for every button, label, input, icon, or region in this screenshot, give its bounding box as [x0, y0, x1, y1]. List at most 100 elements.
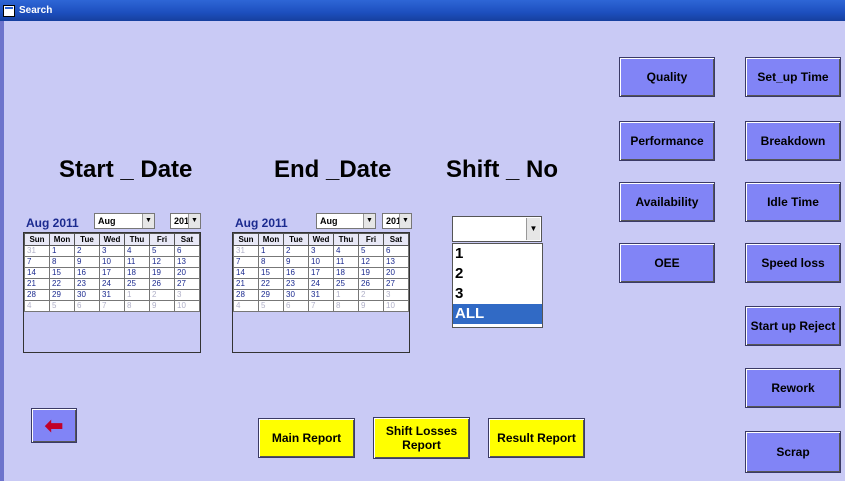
calendar-day-cell[interactable]: 20 [174, 267, 200, 279]
calendar-day-cell[interactable]: 31 [308, 289, 334, 301]
result-report-button[interactable]: Result Report [488, 418, 585, 458]
year-select[interactable]: 2011 ▼ [382, 213, 412, 229]
calendar-day-cell[interactable]: 21 [24, 278, 50, 290]
shift-losses-report-button[interactable]: Shift Losses Report [373, 417, 470, 459]
calendar-day-cell[interactable]: 5 [49, 300, 75, 312]
calendar-day-cell[interactable]: 16 [74, 267, 100, 279]
year-select[interactable]: 2011 ▼ [170, 213, 201, 229]
scrap-button[interactable]: Scrap [745, 431, 841, 473]
calendar-day-cell[interactable]: 22 [49, 278, 75, 290]
calendar-month-title[interactable]: Aug 2011 [235, 216, 288, 230]
calendar-day-cell[interactable]: 7 [308, 300, 334, 312]
calendar-day-cell[interactable]: 7 [99, 300, 125, 312]
calendar-day-cell[interactable]: 10 [308, 256, 334, 268]
calendar-day-cell[interactable]: 8 [258, 256, 284, 268]
calendar-day-cell[interactable]: 22 [258, 278, 284, 290]
calendar-day-cell[interactable]: 4 [124, 245, 150, 257]
calendar-day-cell[interactable]: 27 [174, 278, 200, 290]
calendar-day-cell[interactable]: 19 [149, 267, 175, 279]
calendar-day-cell[interactable]: 28 [24, 289, 50, 301]
calendar-day-cell[interactable]: 15 [49, 267, 75, 279]
calendar-day-cell[interactable]: 5 [149, 245, 175, 257]
calendar-day-cell[interactable]: 6 [283, 300, 309, 312]
calendar-day-cell[interactable]: 15 [258, 267, 284, 279]
calendar-day-cell[interactable]: 13 [174, 256, 200, 268]
calendar-day-cell[interactable]: 9 [149, 300, 175, 312]
calendar-day-cell[interactable]: 4 [24, 300, 50, 312]
availability-button[interactable]: Availability [619, 182, 715, 222]
calendar-day-cell[interactable]: 25 [333, 278, 359, 290]
calendar-day-cell[interactable]: 4 [233, 300, 259, 312]
shift-option-2[interactable]: 2 [453, 264, 542, 284]
end-date-calendar[interactable]: Aug 2011 Aug ▼ 2011 ▼ Sun Mon Tue Wed Thu Fri… [232, 212, 412, 353]
calendar-day-cell[interactable]: 11 [333, 256, 359, 268]
calendar-day-cell[interactable]: 24 [99, 278, 125, 290]
calendar-day-cell[interactable]: 6 [174, 245, 200, 257]
calendar-day-cell[interactable]: 16 [283, 267, 309, 279]
calendar-day-cell[interactable]: 6 [383, 245, 409, 257]
calendar-day-cell[interactable]: 31 [233, 245, 259, 257]
shift-dropdown-list[interactable]: 1 2 3 ALL [452, 243, 543, 328]
calendar-day-cell[interactable]: 3 [99, 245, 125, 257]
calendar-day-cell[interactable]: 27 [383, 278, 409, 290]
calendar-day-cell[interactable]: 31 [99, 289, 125, 301]
calendar-day-cell[interactable]: 12 [358, 256, 384, 268]
calendar-day-cell[interactable]: 2 [283, 245, 309, 257]
calendar-day-cell[interactable]: 24 [308, 278, 334, 290]
calendar-day-cell[interactable]: 19 [358, 267, 384, 279]
performance-button[interactable]: Performance [619, 121, 715, 161]
main-report-button[interactable]: Main Report [258, 418, 355, 458]
calendar-day-cell[interactable]: 3 [174, 289, 200, 301]
calendar-day-cell[interactable]: 30 [74, 289, 100, 301]
start-date-calendar[interactable]: Aug 2011 Aug ▼ 2011 ▼ Sun Mon Tue Wed Thu Fri… [23, 212, 201, 353]
calendar-day-cell[interactable]: 2 [358, 289, 384, 301]
calendar-day-cell[interactable]: 5 [358, 245, 384, 257]
calendar-day-cell[interactable]: 10 [99, 256, 125, 268]
calendar-day-cell[interactable]: 1 [258, 245, 284, 257]
rework-button[interactable]: Rework [745, 368, 841, 408]
idle-time-button[interactable]: Idle Time [745, 182, 841, 222]
calendar-month-title[interactable]: Aug 2011 [26, 216, 79, 230]
calendar-day-cell[interactable]: 11 [124, 256, 150, 268]
calendar-day-cell[interactable]: 29 [49, 289, 75, 301]
calendar-day-cell[interactable]: 4 [333, 245, 359, 257]
calendar-day-cell[interactable]: 8 [124, 300, 150, 312]
calendar-day-cell[interactable]: 8 [333, 300, 359, 312]
calendar-day-cell[interactable]: 7 [233, 256, 259, 268]
calendar-day-cell[interactable]: 10 [383, 300, 409, 312]
calendar-day-cell[interactable]: 23 [74, 278, 100, 290]
calendar-day-cell[interactable]: 14 [24, 267, 50, 279]
calendar-day-cell[interactable]: 23 [283, 278, 309, 290]
calendar-day-cell[interactable]: 25 [124, 278, 150, 290]
calendar-day-cell[interactable]: 5 [258, 300, 284, 312]
shift-option-all[interactable]: ALL [453, 304, 542, 324]
speed-loss-button[interactable]: Speed loss [745, 243, 841, 283]
calendar-day-cell[interactable]: 18 [124, 267, 150, 279]
calendar-day-cell[interactable]: 7 [24, 256, 50, 268]
calendar-day-cell[interactable]: 1 [49, 245, 75, 257]
calendar-day-cell[interactable]: 31 [24, 245, 50, 257]
calendar-day-cell[interactable]: 26 [358, 278, 384, 290]
calendar-day-cell[interactable]: 30 [283, 289, 309, 301]
calendar-day-cell[interactable]: 2 [74, 245, 100, 257]
calendar-day-cell[interactable]: 28 [233, 289, 259, 301]
calendar-day-cell[interactable]: 20 [383, 267, 409, 279]
chevron-down-icon[interactable]: ▼ [363, 214, 375, 228]
calendar-day-cell[interactable]: 2 [149, 289, 175, 301]
calendar-day-cell[interactable]: 8 [49, 256, 75, 268]
calendar-day-cell[interactable]: 29 [258, 289, 284, 301]
calendar-day-cell[interactable]: 26 [149, 278, 175, 290]
calendar-day-cell[interactable]: 9 [283, 256, 309, 268]
calendar-day-cell[interactable]: 21 [233, 278, 259, 290]
breakdown-button[interactable]: Breakdown [745, 121, 841, 161]
calendar-day-cell[interactable]: 6 [74, 300, 100, 312]
oee-button[interactable]: OEE [619, 243, 715, 283]
month-select[interactable]: Aug ▼ [316, 213, 376, 229]
calendar-day-cell[interactable]: 9 [358, 300, 384, 312]
calendar-day-cell[interactable]: 1 [333, 289, 359, 301]
shift-combo-box[interactable]: ▼ [452, 216, 542, 242]
start-up-reject-button[interactable]: Start up Reject [745, 306, 841, 346]
calendar-day-cell[interactable]: 3 [308, 245, 334, 257]
chevron-down-icon[interactable]: ▼ [188, 214, 200, 228]
month-select[interactable]: Aug ▼ [94, 213, 155, 229]
